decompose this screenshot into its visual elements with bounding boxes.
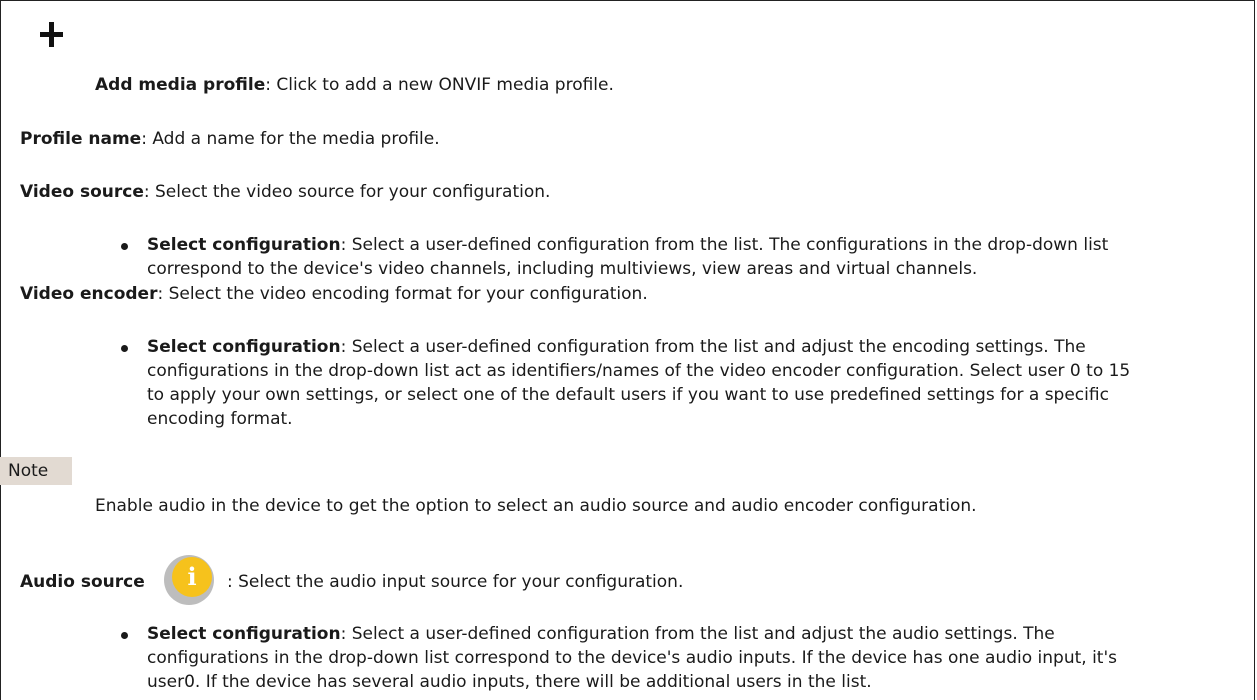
bullet-icon (121, 632, 128, 639)
video-source-bullet-term: Select configuration (147, 235, 341, 255)
note-label: Note (0, 457, 72, 485)
add-media-profile-entry: Add media profile: Click to add a new ON… (95, 73, 614, 97)
profile-name-entry: Profile name: Add a name for the media p… (20, 127, 440, 151)
video-encoder-bullet-line2: configurations in the drop-down list act… (147, 361, 1131, 381)
bullet-icon (121, 243, 128, 250)
profile-name-term: Profile name (20, 129, 142, 149)
bullet-icon (121, 345, 128, 352)
video-encoder-desc: : Select the video encoding format for y… (157, 284, 648, 304)
video-encoder-term: Video encoder (20, 284, 158, 304)
audio-source-term: Audio source (20, 572, 145, 592)
video-encoder-entry: Video encoder: Select the video encoding… (20, 282, 648, 306)
plus-icon[interactable] (36, 18, 68, 50)
video-encoder-bullet-line3: to apply your own settings, or select on… (147, 385, 1109, 405)
video-source-term: Video source (20, 182, 144, 202)
video-encoder-bullet-line1: : Select a user-defined configuration fr… (340, 337, 1086, 357)
video-encoder-bullet-line4: encoding format. (147, 409, 293, 429)
audio-source-bullet: Select configuration: Select a user-defi… (147, 622, 1227, 694)
video-encoder-bullet-term: Select configuration (147, 337, 341, 357)
add-media-profile-term: Add media profile (95, 75, 266, 95)
audio-source-bullet-line2: configurations in the drop-down list cor… (147, 648, 1117, 668)
video-source-bullet-line1: : Select a user-defined configuration fr… (340, 235, 1109, 255)
audio-source-bullet-line1: : Select a user-defined configuration fr… (340, 624, 1055, 644)
audio-source-desc: : Select the audio input source for your… (227, 572, 684, 592)
audio-source-bullet-line3: user0. If the device has several audio i… (147, 672, 872, 692)
note-text: Enable audio in the device to get the op… (95, 496, 977, 516)
video-source-bullet: Select configuration: Select a user-defi… (147, 233, 1227, 281)
audio-source-bullet-term: Select configuration (147, 624, 341, 644)
video-source-bullet-line2: correspond to the device's video channel… (147, 259, 978, 279)
video-source-entry: Video source: Select the video source fo… (20, 180, 550, 204)
video-encoder-bullet: Select configuration: Select a user-defi… (147, 335, 1227, 431)
audio-source-term-wrap: Audio source (20, 570, 145, 594)
profile-name-desc: : Add a name for the media profile. (141, 129, 440, 149)
add-media-profile-desc: : Click to add a new ONVIF media profile… (265, 75, 614, 95)
video-source-desc: : Select the video source for your confi… (143, 182, 551, 202)
info-icon[interactable]: i (164, 555, 214, 605)
